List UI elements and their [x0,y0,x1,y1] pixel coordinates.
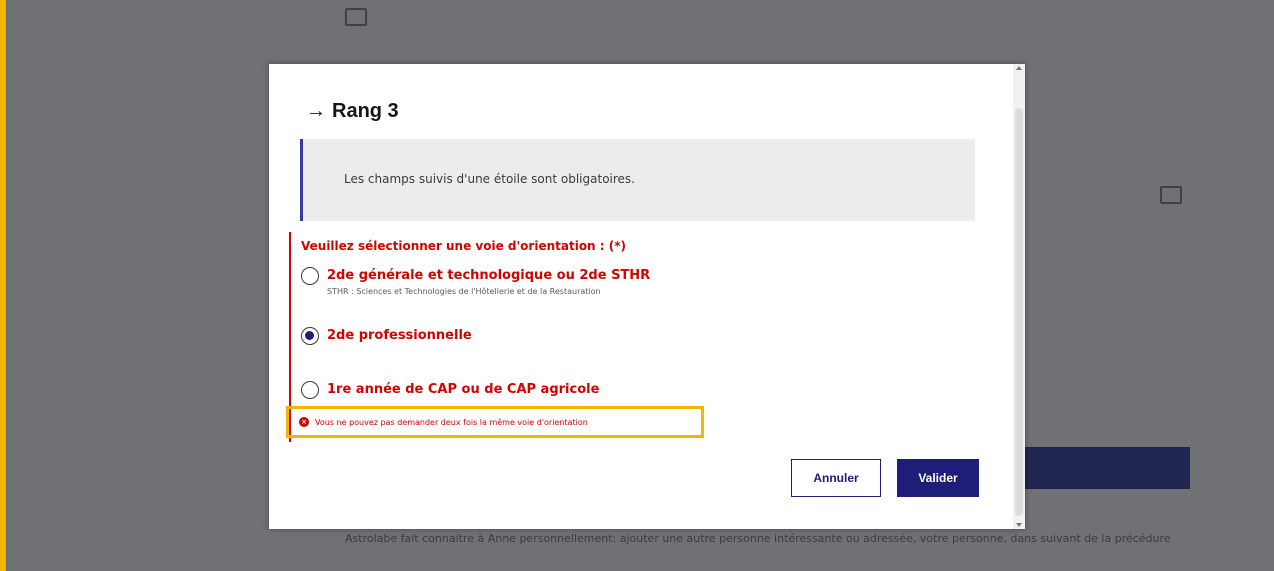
validate-button[interactable]: Valider [897,459,979,497]
option-2de-generale[interactable]: 2de générale et technologique ou 2de STH… [301,267,650,296]
required-fields-notice: Les champs suivis d'une étoile sont obli… [300,139,975,221]
notice-text: Les champs suivis d'une étoile sont obli… [344,172,635,186]
error-circle-icon: × [299,417,309,427]
background-action-button [1010,447,1190,489]
orientation-modal: → Rang 3 Les champs suivis d'une étoile … [269,64,1025,529]
scroll-down-arrow-icon[interactable] [1016,523,1022,527]
background-edit-icon [1160,186,1182,204]
error-text: Vous ne pouvez pas demander deux fois la… [315,417,588,427]
option-cap[interactable]: 1re année de CAP ou de CAP agricole [301,381,599,399]
scrollbar-thumb[interactable] [1015,108,1023,516]
radio-2de-generale[interactable] [301,267,319,285]
focus-highlight-bar [0,0,6,571]
orientation-legend: Veuillez sélectionner une voie d'orienta… [301,239,627,253]
arrow-right-icon: → [306,100,326,122]
radio-cap[interactable] [301,381,319,399]
option-hint: STHR : Sciences et Technologies de l'Hôt… [327,287,601,296]
background-checkbox-icon [345,8,367,26]
option-label: 1re année de CAP ou de CAP agricole [327,382,600,397]
modal-title: → Rang 3 [306,100,399,123]
modal-title-text: Rang 3 [332,100,399,122]
radio-2de-professionnelle[interactable] [301,327,319,345]
scroll-up-arrow-icon[interactable] [1016,66,1022,70]
cancel-button[interactable]: Annuler [791,459,881,497]
modal-scrollbar[interactable] [1013,64,1025,529]
background-footer-text: Astrolabe fait connaitre à Anne personne… [345,532,1171,545]
option-2de-professionnelle[interactable]: 2de professionnelle [301,327,472,345]
error-message: × Vous ne pouvez pas demander deux fois … [286,406,704,438]
option-label: 2de générale et technologique ou 2de STH… [327,268,651,283]
option-label: 2de professionnelle [327,328,472,343]
